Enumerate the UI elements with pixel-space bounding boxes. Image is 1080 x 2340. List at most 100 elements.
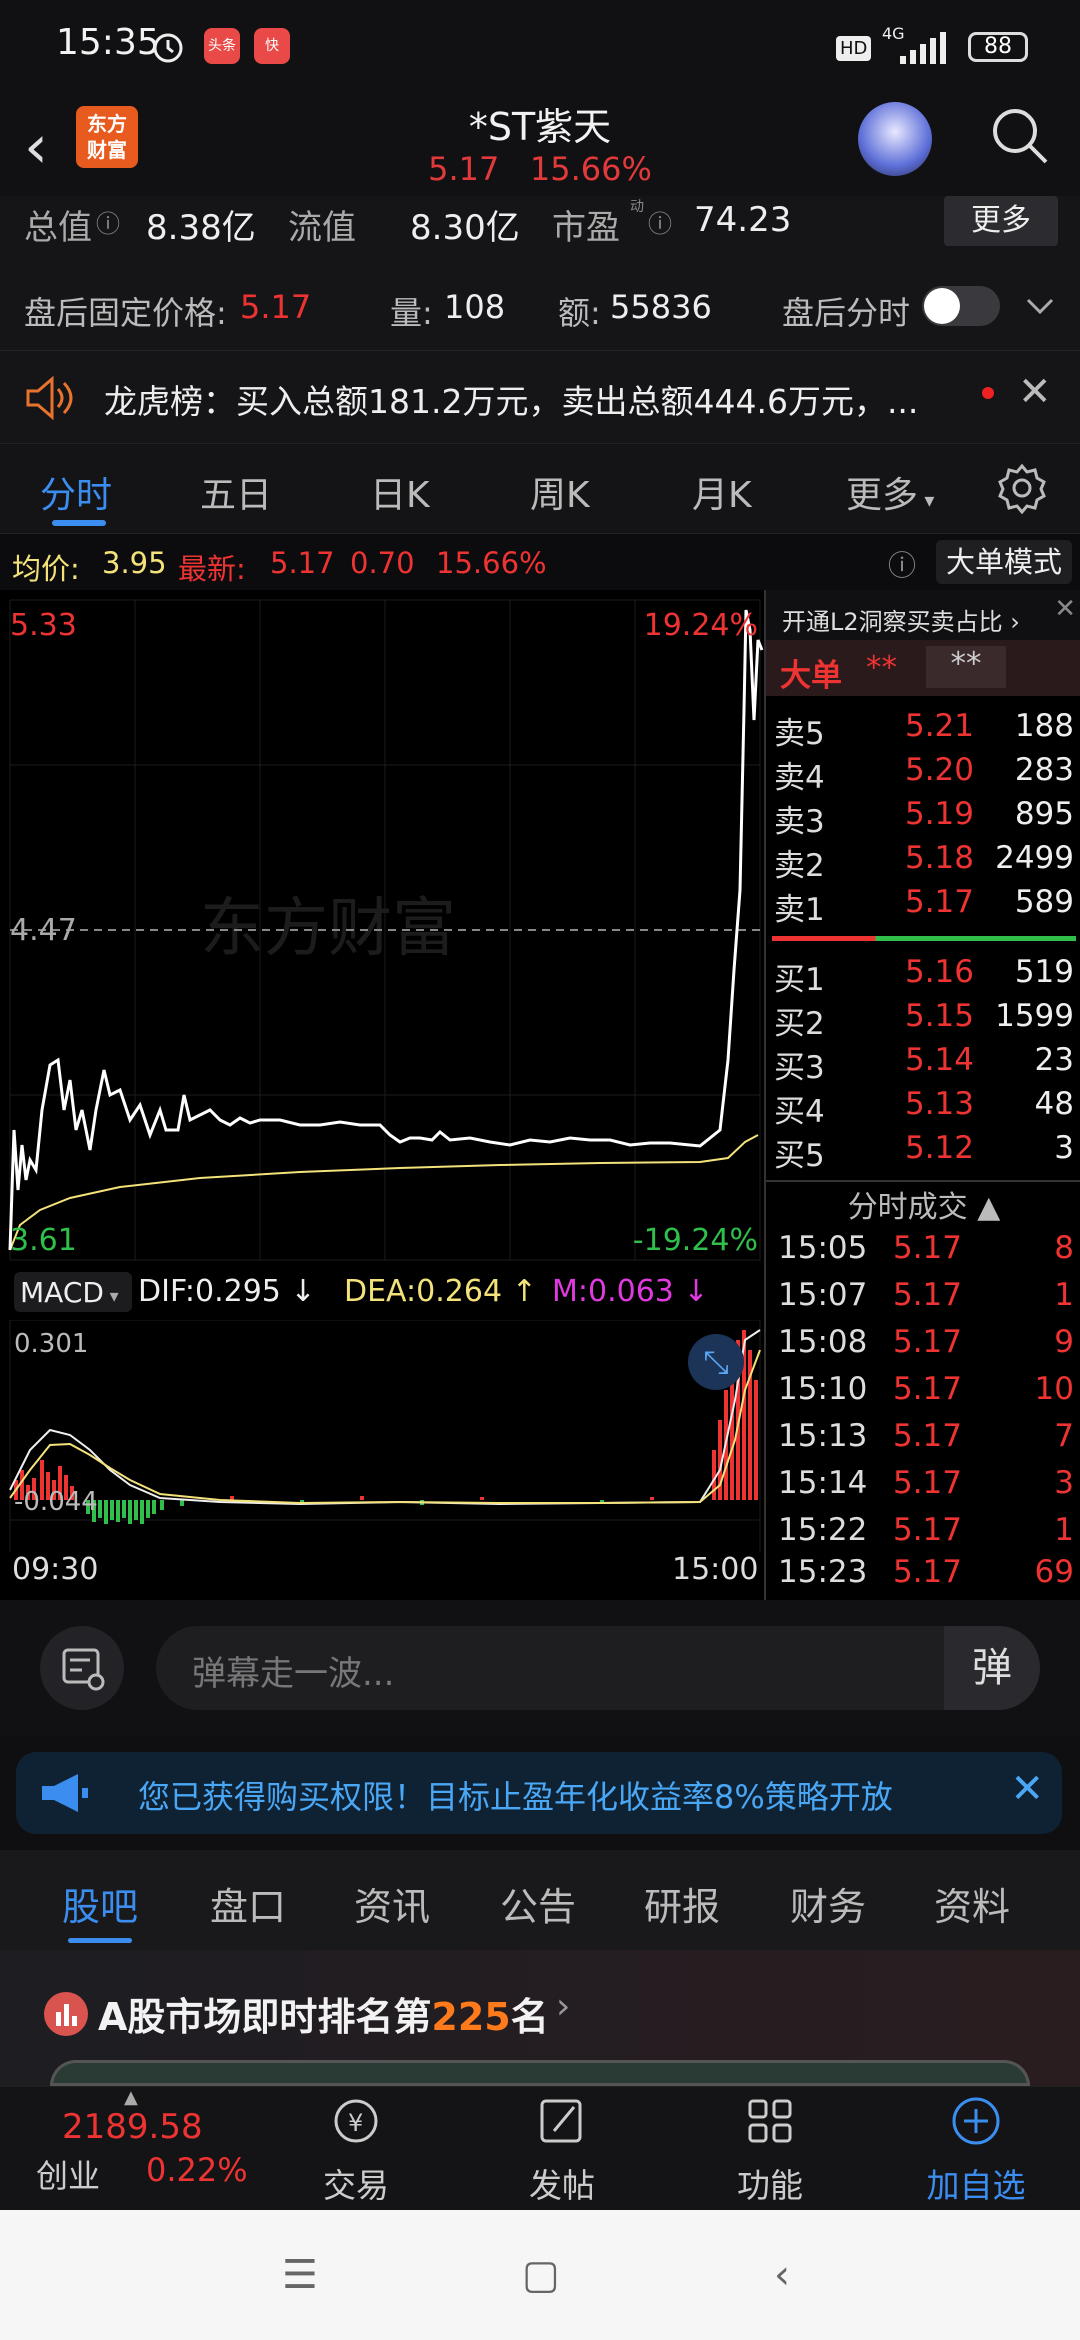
l2-promo[interactable]: 开通L2洞察买卖占比 › — [766, 590, 1080, 640]
add-circle-icon — [952, 2097, 1000, 2145]
back-icon[interactable]: ‹ — [774, 2252, 790, 2298]
ask-row-2[interactable]: 卖2 5.18 2499 — [774, 840, 1074, 884]
nav-functions[interactable]: 功能 — [700, 2093, 840, 2207]
macd-top-label: 0.301 — [14, 1329, 88, 1359]
close-icon[interactable]: ✕ — [1010, 1766, 1044, 1812]
bid-row-2[interactable]: 买2 5.15 1599 — [774, 998, 1074, 1042]
edit-icon — [540, 2099, 582, 2143]
bid-row-5[interactable]: 买5 5.12 3 — [774, 1130, 1074, 1174]
notice-text: 龙虎榜：买入总额181.2万元，卖出总额444.6万元，... — [104, 382, 919, 421]
time-end: 15:00 — [672, 1552, 759, 1587]
ask-row-4[interactable]: 卖4 5.20 283 — [774, 752, 1074, 796]
chart-tabs: 分时 五日 日K 周K 月K 更多 ▾ — [0, 444, 1080, 534]
home-icon[interactable]: ▢ — [522, 2252, 560, 2298]
more-stats-button[interactable]: 更多 — [944, 196, 1058, 246]
ask-row-1[interactable]: 卖1 5.17 589 — [774, 884, 1074, 928]
macd-dif: DIF:0.295 ↓ — [138, 1274, 316, 1309]
tab-news[interactable]: 资讯 — [354, 1876, 430, 1931]
tab-finance[interactable]: 财务 — [790, 1876, 866, 1931]
chevron-right-icon: › — [556, 1986, 571, 2027]
valuation-row: 总值 ⓘ 8.38亿 流值 8.30亿 市盈 动 ⓘ 74.23 更多 — [0, 196, 1080, 264]
market-rank-banner[interactable]: A股市场即时排名第225名 › — [0, 1950, 1080, 2086]
pct-high-label: 19.24% — [644, 608, 758, 643]
macd-chart-svg: 0.301 -0.044 — [9, 1320, 761, 1552]
tab-announcements[interactable]: 公告 — [500, 1876, 576, 1931]
promo-banner[interactable]: 您已获得购买权限！目标止盈年化收益率8%策略开放 ✕ — [16, 1752, 1062, 1834]
tab-daily-k[interactable]: 日K — [370, 466, 430, 518]
tab-profile[interactable]: 资料 — [934, 1876, 1010, 1931]
nav-add-watchlist[interactable]: 加自选 — [906, 2093, 1046, 2207]
prev-close-label: 4.47 — [10, 913, 77, 948]
buy-sell-ratio-bar — [772, 936, 1076, 941]
tab-research[interactable]: 研报 — [644, 1876, 720, 1931]
trade-icon: ¥ — [334, 2099, 378, 2143]
nav-post[interactable]: 发帖 — [492, 2093, 632, 2207]
content-tabs: 股吧 盘口 资讯 公告 研报 财务 资料 — [0, 1850, 1080, 1950]
send-danmu-button[interactable]: 弹 — [944, 1626, 1040, 1710]
index-ticker[interactable]: ▲ 2189.58 创业 0.22% — [0, 2087, 280, 2211]
tab-five-day[interactable]: 五日 — [200, 466, 272, 518]
system-nav-bar: ☰ ▢ ‹ — [0, 2210, 1080, 2340]
chevron-down-icon[interactable] — [1024, 294, 1056, 318]
macd-selector[interactable]: MACD ▾ — [14, 1272, 132, 1312]
gear-icon[interactable] — [996, 462, 1048, 514]
rank-text: A股市场即时排名第225名 — [98, 1995, 549, 2039]
bid-row-1[interactable]: 买1 5.16 519 — [774, 954, 1074, 998]
assistant-robot-icon[interactable] — [858, 102, 932, 176]
danmu-settings-button[interactable] — [40, 1626, 124, 1710]
dragon-tiger-notice[interactable]: 龙虎榜：买入总额181.2万元，卖出总额444.6万元，... ✕ — [0, 350, 1080, 444]
tick-row: 15:14 5.17 3 — [778, 1465, 1074, 1501]
danmu-bar: 弹幕走一波... 弹 — [0, 1600, 1080, 1736]
search-icon[interactable] — [988, 104, 1050, 166]
macd-bottom-label: -0.044 — [14, 1487, 98, 1517]
menu-icon[interactable]: ☰ — [282, 2252, 318, 2298]
megaphone-icon — [42, 1774, 88, 1812]
macd-dif-line — [9, 1329, 761, 1506]
pct-low-label: -19.24% — [633, 1223, 758, 1258]
stock-header: ‹ 东方 财富 *ST紫天 5.17 15.66% — [0, 96, 1080, 200]
status-time: 15:35 — [56, 22, 160, 63]
tab-pankou[interactable]: 盘口 — [210, 1876, 286, 1931]
ask-row-3[interactable]: 卖3 5.19 895 — [774, 796, 1074, 840]
help-icon[interactable]: ⓘ — [888, 544, 916, 584]
after-hours-row: 盘后固定价格: 5.17 量: 108 额: 55836 盘后分时 — [0, 264, 1080, 350]
partial-card — [50, 2060, 1030, 2086]
bid-row-4[interactable]: 买4 5.13 48 — [774, 1086, 1074, 1130]
status-bar: 15:35 头条 快 HD 4G 88 — [0, 0, 1080, 96]
tick-row: 15:23 5.17 69 — [778, 1554, 1074, 1590]
active-tab-indicator — [68, 1938, 132, 1943]
info-icon[interactable]: ⓘ — [96, 204, 120, 239]
ask-row-5[interactable]: 卖5 5.21 188 — [774, 708, 1074, 752]
time-start: 09:30 — [12, 1552, 99, 1587]
tab-intraday[interactable]: 分时 — [40, 466, 112, 518]
expand-icon[interactable]: ⤡ — [688, 1334, 744, 1390]
tab-more[interactable]: 更多 ▾ — [846, 466, 934, 518]
bid-row-3[interactable]: 买3 5.14 23 — [774, 1042, 1074, 1086]
after-hours-toggle[interactable] — [922, 286, 1000, 326]
tick-row: 15:10 5.17 10 — [778, 1371, 1074, 1407]
macd-histogram — [14, 1330, 758, 1524]
close-icon[interactable]: ✕ — [1018, 369, 1052, 415]
alarm-icon — [153, 33, 183, 63]
tab-monthly-k[interactable]: 月K — [692, 466, 752, 518]
intraday-chart[interactable]: 东方财富 5.33 4.47 3.61 19.24% -19.24% MACD … — [0, 590, 764, 1600]
ticks-title[interactable]: 分时成交 ▲ — [766, 1182, 1080, 1226]
unread-dot — [982, 387, 994, 399]
macd-dea: DEA:0.264 ↑ — [344, 1274, 537, 1309]
bottom-nav: ▲ 2189.58 创业 0.22% ¥ 交易 发帖 功能 加自选 — [0, 2086, 1080, 2210]
tab-weekly-k[interactable]: 周K — [530, 466, 590, 518]
tick-row: 15:07 5.17 1 — [778, 1277, 1074, 1313]
danmu-input[interactable]: 弹幕走一波... 弹 — [156, 1626, 1040, 1710]
tick-row: 15:08 5.17 9 — [778, 1324, 1074, 1360]
promo-text: 您已获得购买权限！目标止盈年化收益率8%策略开放 — [138, 1778, 893, 1816]
close-icon[interactable]: ✕ — [1054, 594, 1076, 624]
active-tab-indicator — [52, 520, 106, 526]
nav-trade[interactable]: ¥ 交易 — [286, 2093, 426, 2207]
battery-icon: 88 — [968, 32, 1028, 62]
svg-text:¥: ¥ — [348, 2109, 363, 2137]
tab-guba[interactable]: 股吧 — [62, 1876, 138, 1931]
tick-row: 15:05 5.17 8 — [778, 1230, 1074, 1266]
big-order-mode-button[interactable]: 大单模式 — [936, 540, 1072, 584]
signal-icon — [900, 32, 946, 64]
info-icon[interactable]: ⓘ — [648, 204, 672, 239]
